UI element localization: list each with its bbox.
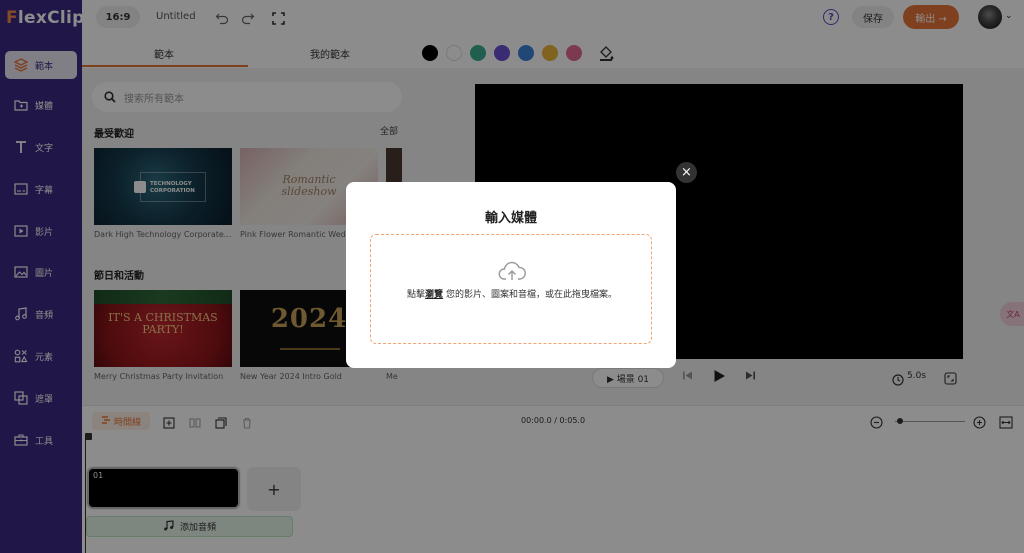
browse-link[interactable]: 瀏覽: [425, 290, 443, 300]
close-icon[interactable]: ×: [676, 162, 697, 183]
dropzone-instructions: 點擊瀏覽 您的影片、圖案和音檔，或在此拖曳檔案。: [407, 290, 617, 300]
media-dropzone[interactable]: 點擊瀏覽 您的影片、圖案和音檔，或在此拖曳檔案。: [370, 234, 652, 344]
dialog-title: 輸入媒體: [484, 211, 537, 226]
cloud-upload-icon: [498, 260, 526, 286]
import-media-dialog: 輸入媒體 點擊瀏覽 您的影片、圖案和音檔，或在此拖曳檔案。: [346, 182, 676, 368]
